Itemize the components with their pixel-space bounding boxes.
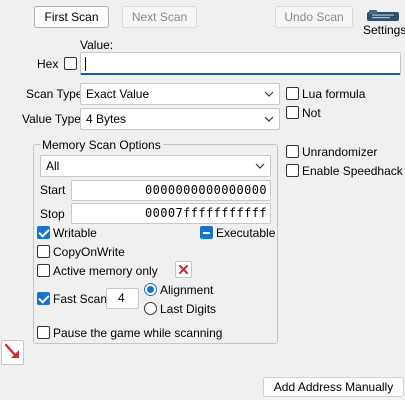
writable-label: Writable	[53, 226, 97, 240]
not-label: Not	[302, 106, 321, 120]
memory-scan-options-title: Memory Scan Options	[40, 137, 163, 153]
undo-scan-button[interactable]: Undo Scan	[275, 6, 353, 28]
enable-speedhack-label: Enable Speedhack	[302, 164, 403, 178]
value-label: Value:	[80, 38, 114, 52]
executable-checkbox[interactable]	[200, 226, 213, 239]
value-type-select[interactable]: 4 Bytes	[80, 108, 280, 130]
chevron-down-icon	[255, 163, 265, 169]
writable-checkbox[interactable]	[37, 226, 50, 239]
lua-formula-label: Lua formula	[302, 87, 366, 101]
fast-scan-label: Fast Scan	[53, 292, 108, 306]
memory-region-select[interactable]: All	[40, 155, 271, 177]
arrow-down-right-icon	[4, 343, 19, 358]
fast-scan-checkbox[interactable]	[37, 292, 50, 305]
hex-label: Hex	[37, 57, 59, 71]
value-type-value: 4 Bytes	[86, 112, 127, 126]
stop-address-input[interactable]: 00007fffffffffff	[71, 203, 271, 224]
alignment-radio[interactable]	[144, 283, 157, 296]
scan-type-select[interactable]: Exact Value	[80, 83, 280, 105]
chevron-down-icon	[264, 116, 274, 122]
copy-on-write-label: CopyOnWrite	[53, 245, 125, 259]
unrandomizer-label: Unrandomizer	[302, 145, 378, 159]
pause-game-checkbox[interactable]	[37, 326, 50, 339]
text-cursor	[85, 57, 86, 71]
enable-speedhack-checkbox[interactable]	[286, 164, 299, 177]
cheat-engine-logo-icon[interactable]	[366, 9, 400, 23]
lua-formula-checkbox[interactable]	[286, 87, 299, 100]
value-input[interactable]	[80, 52, 401, 75]
clear-icon[interactable]	[175, 261, 192, 278]
active-memory-only-label: Active memory only	[53, 264, 158, 278]
settings-label[interactable]: Settings	[363, 22, 405, 38]
stop-label: Stop	[40, 207, 65, 221]
hex-checkbox[interactable]	[64, 57, 77, 70]
fast-scan-alignment-input[interactable]: 4	[106, 288, 139, 309]
last-digits-radio[interactable]	[144, 302, 157, 315]
start-address-input[interactable]: 0000000000000000	[71, 180, 271, 201]
not-checkbox[interactable]	[286, 106, 299, 119]
start-label: Start	[40, 183, 66, 197]
next-scan-button[interactable]: Next Scan	[122, 6, 197, 28]
pause-game-label: Pause the game while scanning	[53, 326, 223, 340]
scan-type-value: Exact Value	[86, 87, 150, 101]
alignment-label: Alignment	[160, 283, 214, 297]
executable-label: Executable	[216, 226, 276, 240]
first-scan-button[interactable]: First Scan	[34, 6, 109, 28]
unrandomizer-checkbox[interactable]	[286, 145, 299, 158]
last-digits-label: Last Digits	[160, 302, 217, 316]
pointer-arrow-button[interactable]	[1, 340, 24, 365]
copy-on-write-checkbox[interactable]	[37, 245, 50, 258]
add-address-manually-button[interactable]: Add Address Manually	[263, 377, 404, 397]
memory-region-value: All	[46, 159, 60, 173]
scan-type-label: Scan Type	[26, 87, 83, 101]
chevron-down-icon	[264, 91, 274, 97]
value-type-label: Value Type	[22, 112, 81, 126]
active-memory-only-checkbox[interactable]	[37, 264, 50, 277]
